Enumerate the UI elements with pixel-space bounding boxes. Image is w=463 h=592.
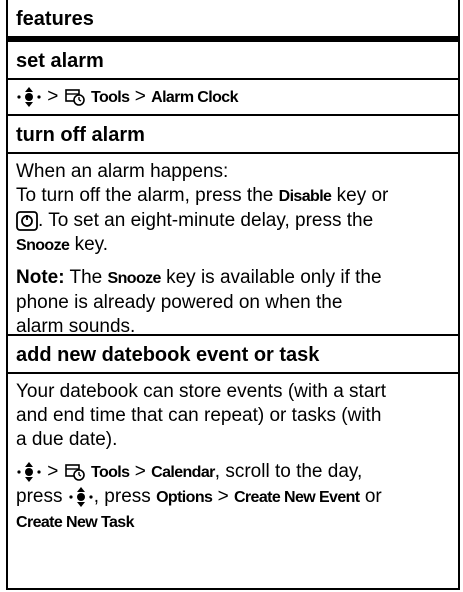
- features-table: features set alarm > Tools > Alarm Clock…: [6, 0, 460, 590]
- datebook-title-row: add new datebook event or task: [8, 336, 458, 374]
- disable-key-label: Disable: [278, 188, 332, 205]
- text: press: [16, 486, 68, 507]
- note-line-2: phone is already powered on when the: [16, 292, 343, 313]
- text: , scroll to the day,: [214, 461, 363, 482]
- text: key is available only if the: [160, 267, 382, 288]
- turn-off-line-2: To turn off the alarm, press the Disable…: [16, 184, 450, 209]
- alarm-clock-label: Alarm Clock: [151, 89, 238, 106]
- turn-off-paragraph: When an alarm happens: To turn off the a…: [16, 160, 450, 258]
- set-alarm-path-row: > Tools > Alarm Clock: [8, 80, 458, 116]
- tools-icon: [64, 462, 86, 482]
- datebook-line-1: Your datebook can store events (with a s…: [16, 381, 387, 402]
- tools-label: Tools: [90, 464, 130, 481]
- note-paragraph: Note: The Snooze key is available only i…: [16, 266, 450, 339]
- text: key or: [331, 185, 389, 206]
- turn-off-line-4: Snooze key.: [16, 233, 450, 258]
- datebook-paragraph: Your datebook can store events (with a s…: [16, 380, 450, 452]
- text: To turn off the alarm, press the: [16, 185, 279, 206]
- datebook-path-line-2: press , press Options > Create New Event…: [16, 485, 450, 510]
- create-new-task-label: Create New Task: [16, 514, 134, 531]
- separator: >: [212, 486, 234, 507]
- datebook-line-3: a due date).: [16, 429, 118, 450]
- text: key.: [69, 234, 109, 255]
- set-alarm-title-row: set alarm: [8, 42, 458, 80]
- separator: >: [134, 86, 146, 107]
- calendar-label: Calendar: [151, 464, 215, 481]
- nav-key-icon: [16, 461, 42, 483]
- turn-off-alarm-title-row: turn off alarm: [8, 116, 458, 154]
- datebook-title: add new datebook event or task: [16, 344, 320, 366]
- end-key-icon: [16, 211, 38, 231]
- tools-icon: [64, 87, 86, 107]
- tools-label: Tools: [90, 89, 130, 106]
- options-label: Options: [156, 489, 213, 506]
- datebook-line-2: and end time that can repeat) or tasks (…: [16, 405, 382, 426]
- separator: >: [134, 461, 146, 482]
- text: The: [64, 267, 108, 288]
- note-label: Note:: [16, 267, 65, 288]
- set-alarm-title: set alarm: [16, 50, 104, 72]
- text: or: [359, 486, 382, 507]
- turn-off-line-1: When an alarm happens:: [16, 161, 229, 182]
- set-alarm-path: > Tools > Alarm Clock: [16, 86, 238, 107]
- nav-key-icon: [68, 486, 94, 508]
- turn-off-alarm-body: When an alarm happens: To turn off the a…: [8, 154, 458, 339]
- datebook-body: Your datebook can store events (with a s…: [8, 374, 458, 543]
- note-line-1: Note: The Snooze key is available only i…: [16, 266, 450, 291]
- datebook-path-line-1: > Tools > Calendar, scroll to the day,: [16, 460, 450, 485]
- datebook-path-line-3: Create New Task: [16, 510, 450, 535]
- text: . To set an eight-minute delay, press th…: [38, 210, 374, 231]
- separator: >: [47, 86, 59, 107]
- turn-off-alarm-title: turn off alarm: [16, 124, 145, 146]
- datebook-path: > Tools > Calendar, scroll to the day, p…: [16, 460, 450, 535]
- separator: >: [47, 461, 59, 482]
- table-header: features: [8, 0, 458, 42]
- snooze-key-label: Snooze: [16, 237, 70, 254]
- header-title: features: [16, 8, 94, 30]
- turn-off-line-3: . To set an eight-minute delay, press th…: [16, 209, 450, 233]
- nav-key-icon: [16, 86, 42, 108]
- text: , press: [93, 486, 157, 507]
- create-new-event-label: Create New Event: [233, 489, 360, 506]
- snooze-key-label: Snooze: [107, 270, 162, 287]
